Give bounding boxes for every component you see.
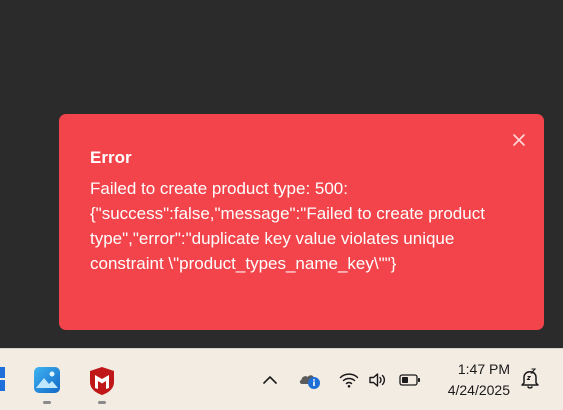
battery-icon[interactable]: [399, 373, 421, 387]
onedrive-icon[interactable]: [298, 369, 322, 391]
error-toast: Error Failed to create product type: 500…: [59, 114, 544, 330]
running-indicator: [43, 401, 51, 404]
mcafee-icon[interactable]: [88, 366, 116, 396]
photos-app-icon[interactable]: [33, 366, 61, 394]
taskbar: 1:47 PM 4/24/2025: [0, 348, 563, 410]
volume-icon[interactable]: [368, 371, 388, 389]
close-icon[interactable]: [510, 131, 528, 149]
notifications-icon[interactable]: [520, 368, 540, 390]
toast-message: Failed to create product type: 500: {"su…: [90, 179, 485, 273]
chevron-up-icon[interactable]: [262, 373, 278, 385]
clock-date[interactable]: 4/24/2025: [432, 382, 510, 398]
toast-title: Error: [90, 148, 132, 167]
start-icon[interactable]: [0, 367, 8, 391]
clock-time[interactable]: 1:47 PM: [432, 361, 510, 377]
wifi-icon[interactable]: [339, 371, 359, 389]
running-indicator: [98, 401, 106, 404]
